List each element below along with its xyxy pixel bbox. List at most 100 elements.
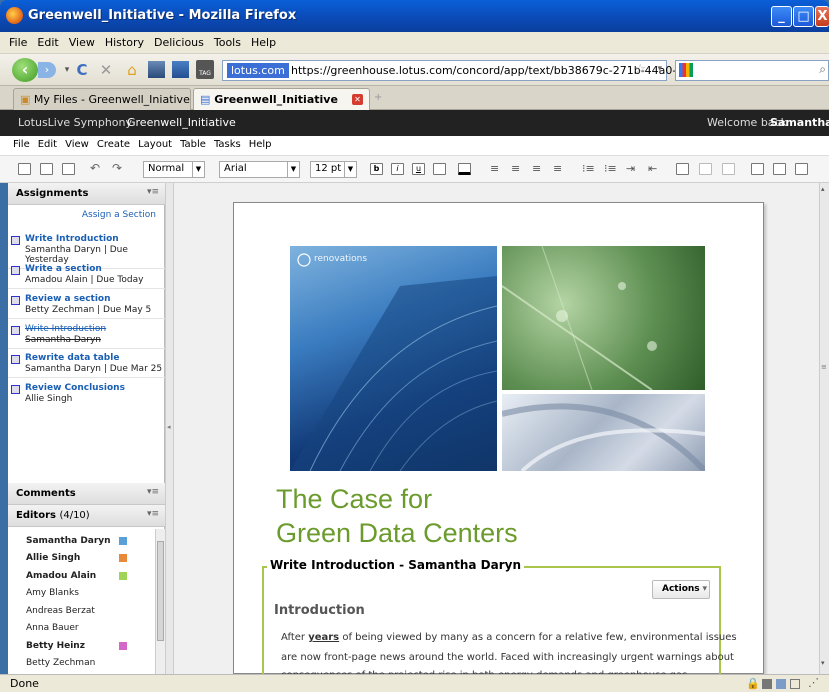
assign-section-link[interactable]: Assign a Section xyxy=(82,210,156,220)
assignment-item-completed[interactable]: Write Introduction Samantha Daryn xyxy=(8,321,165,349)
menu-history[interactable]: History xyxy=(100,32,149,49)
outdent-icon[interactable]: ⇤ xyxy=(648,162,657,175)
menu-delicious[interactable]: Delicious xyxy=(149,32,209,49)
menu-edit[interactable]: Edit xyxy=(32,32,63,49)
editors-header[interactable]: Editors (4/10) ▾≡ xyxy=(8,505,165,527)
new-tab-button[interactable]: + xyxy=(374,92,382,103)
window-title-bar[interactable]: Greenwell_Initiative - Mozilla Firefox _… xyxy=(0,0,829,32)
assignment-item[interactable]: Write a section Amadou Alain | Due Today xyxy=(8,261,165,289)
justify-icon[interactable]: ≡ xyxy=(553,162,562,175)
collapse-toggle-icon[interactable]: ▾≡ xyxy=(147,187,159,197)
tag-icon[interactable]: TAG xyxy=(196,60,214,79)
app-brand[interactable]: LotusLive Symphony xyxy=(18,116,132,129)
italic-icon[interactable]: i xyxy=(391,163,404,175)
underline-icon[interactable]: u xyxy=(412,163,425,175)
back-button[interactable]: ‹ xyxy=(12,58,38,82)
collapse-toggle-icon[interactable]: ▾≡ xyxy=(147,487,159,497)
editor-name[interactable]: Samantha Daryn xyxy=(26,536,111,546)
current-user[interactable]: Samantha xyxy=(770,116,829,129)
font-family-select[interactable]: Arial ▼ xyxy=(219,161,300,178)
section-heading[interactable]: Introduction xyxy=(274,603,365,618)
font-color-icon[interactable] xyxy=(458,163,471,175)
insert-image-icon[interactable] xyxy=(676,163,689,175)
site-identity-badge[interactable]: lotus.com xyxy=(227,63,289,78)
stop-icon[interactable]: ✕ xyxy=(96,60,116,80)
url-bar[interactable]: lotus.com https://greenhouse.lotus.com/c… xyxy=(222,60,715,81)
scroll-down-icon[interactable]: ▾ xyxy=(821,659,825,667)
home-icon[interactable]: ⌂ xyxy=(122,60,142,80)
editor-name[interactable]: Andreas Berzat xyxy=(26,606,95,616)
indent-icon[interactable]: ⇥ xyxy=(626,162,635,175)
addon-status-icon[interactable] xyxy=(762,679,772,689)
redo-icon[interactable]: ↷ xyxy=(112,161,122,175)
assignments-header[interactable]: Assignments ▾≡ xyxy=(8,183,165,205)
editor-name[interactable]: Anna Bauer xyxy=(26,623,79,633)
strikethrough-icon[interactable] xyxy=(433,163,446,175)
highlighted-word[interactable]: years xyxy=(308,632,339,643)
panel-splitter[interactable]: ◂ xyxy=(165,183,174,674)
assignment-item[interactable]: Review a section Betty Zechman | Due May… xyxy=(8,291,165,319)
tab-greenwell-initiative[interactable]: ▤ Greenwell_Initiative ✕ xyxy=(193,88,370,110)
menu-file[interactable]: File xyxy=(0,32,32,49)
paragraph-line[interactable]: After years of being viewed by many as a… xyxy=(281,632,737,643)
menu-view[interactable]: View xyxy=(64,32,100,49)
document-scrollbar[interactable]: ▴ ≡ ▾ xyxy=(819,183,829,674)
align-left-icon[interactable]: ≡ xyxy=(490,162,499,175)
url-dropdown-icon[interactable]: ▾ xyxy=(657,64,662,74)
paragraph-style-select[interactable]: Normal ▼ xyxy=(143,161,205,178)
font-size-select[interactable]: 12 pt ▼ xyxy=(310,161,357,178)
search-engine-icon[interactable] xyxy=(679,63,693,77)
actions-button[interactable]: Actions ▾ xyxy=(652,580,710,599)
assignment-item[interactable]: Review Conclusions Allie Singh xyxy=(8,380,165,407)
paragraph-line[interactable]: are now front-page news around the world… xyxy=(281,652,734,663)
app-menu-layout[interactable]: Layout xyxy=(134,136,176,150)
app-menu-tasks[interactable]: Tasks xyxy=(210,136,245,150)
editor-name[interactable]: Allie Singh xyxy=(26,553,80,563)
app-menu-help[interactable]: Help xyxy=(245,136,276,150)
comment-icon[interactable] xyxy=(751,163,764,175)
app-menu-view[interactable]: View xyxy=(61,136,93,150)
editor-name[interactable]: Betty Heinz xyxy=(26,641,85,651)
reload-icon[interactable]: C xyxy=(72,60,92,80)
numbered-list-icon[interactable]: ⁝≡ xyxy=(582,162,595,175)
addon-status-icon[interactable] xyxy=(776,679,786,689)
align-right-icon[interactable]: ≡ xyxy=(532,162,541,175)
addon-icon[interactable] xyxy=(172,61,189,78)
insert-table-icon[interactable] xyxy=(699,163,712,175)
collapse-arrow-icon[interactable]: ◂ xyxy=(167,423,171,431)
print-icon[interactable] xyxy=(40,163,53,175)
star-bookmark-icon[interactable]: ☆ xyxy=(634,62,646,77)
align-center-icon[interactable]: ≡ xyxy=(511,162,520,175)
scroll-up-icon[interactable]: ▴ xyxy=(821,185,825,193)
header-icon[interactable] xyxy=(773,163,786,175)
bold-icon[interactable]: b xyxy=(370,163,383,175)
maximize-button[interactable]: □ xyxy=(793,6,814,27)
assignment-item[interactable]: Rewrite data table Samantha Daryn | Due … xyxy=(8,350,165,378)
menu-tools[interactable]: Tools xyxy=(209,32,246,49)
app-menu-edit[interactable]: Edit xyxy=(34,136,61,150)
tab-my-files[interactable]: ▣ My Files - Greenwell_Iniative... xyxy=(13,88,191,110)
app-menu-file[interactable]: File xyxy=(0,136,34,150)
bookmark-addon-icon[interactable] xyxy=(148,61,165,78)
editors-scrollbar[interactable] xyxy=(155,529,165,674)
addon-status-icon[interactable] xyxy=(790,679,800,689)
minimize-button[interactable]: _ xyxy=(771,6,792,27)
app-menu-table[interactable]: Table xyxy=(176,136,210,150)
url-text[interactable]: https://greenhouse.lotus.com/concord/app… xyxy=(291,64,715,77)
close-button[interactable]: X xyxy=(815,6,829,27)
editor-name[interactable]: Amy Blanks xyxy=(26,588,79,598)
editor-name[interactable]: Betty Zechman xyxy=(26,658,95,668)
editor-name[interactable]: Amadou Alain xyxy=(26,571,96,581)
scroll-grip-icon[interactable]: ≡ xyxy=(821,363,827,371)
collapse-toggle-icon[interactable]: ▾≡ xyxy=(147,509,159,519)
comments-header[interactable]: Comments ▾≡ xyxy=(8,483,165,505)
document-title-line1[interactable]: The Case for xyxy=(276,484,432,515)
print-preview-icon[interactable] xyxy=(62,163,75,175)
footer-icon[interactable] xyxy=(795,163,808,175)
lock-icon[interactable]: 🔒 xyxy=(746,677,760,690)
save-icon[interactable] xyxy=(18,163,31,175)
undo-icon[interactable]: ↶ xyxy=(90,161,100,175)
search-icon[interactable]: ⌕ xyxy=(819,62,826,77)
forward-button[interactable]: › xyxy=(38,62,56,78)
bullet-list-icon[interactable]: ⁝≡ xyxy=(604,162,617,175)
